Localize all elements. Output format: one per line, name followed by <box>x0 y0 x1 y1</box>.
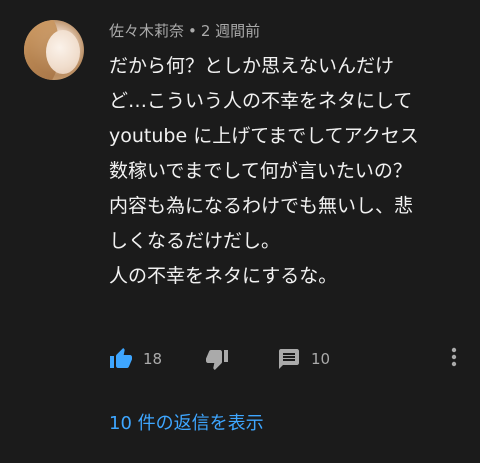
comment-line: 内容も為になるわけでも無いし、悲 <box>109 195 414 217</box>
comment-item: 佐々木莉奈 • 2 週間前 だから何？としか思えないんだけ ど…こういう人の不幸をネ… <box>0 0 480 463</box>
more-vertical-icon <box>451 347 457 371</box>
comment-actions: 18 10 <box>109 345 469 373</box>
thumb-up-icon <box>109 347 133 371</box>
comment-line: youtube に上げてまでしてアクセス <box>109 125 419 147</box>
comment-line: 数稼いでまでして何が言いたいの？ <box>109 160 412 182</box>
avatar[interactable] <box>24 20 84 80</box>
comment-line: ど…こういう人の不幸をネタにして <box>109 90 413 112</box>
reply-count: 10 <box>311 350 331 368</box>
header-separator: • <box>188 22 197 40</box>
comment-text: だから何？としか思えないんだけ ど…こういう人の不幸をネタにして youtube… <box>109 49 469 294</box>
comment-header: 佐々木莉奈 • 2 週間前 <box>109 20 260 41</box>
comment-time: 2 週間前 <box>200 22 261 40</box>
comment-icon <box>277 347 301 371</box>
avatar-face <box>46 30 80 74</box>
like-button[interactable]: 18 <box>109 345 162 373</box>
comment-line: 人の不幸をネタにするな。 <box>109 265 338 287</box>
comment-line: だから何？としか思えないんだけ <box>109 55 395 77</box>
view-replies-link[interactable]: 10 件の返信を表示 <box>109 409 264 435</box>
thumb-down-icon <box>205 347 229 371</box>
reply-button[interactable]: 10 <box>277 345 330 373</box>
dislike-button[interactable] <box>205 345 229 373</box>
comment-line: しくなるだけだし。 <box>109 230 281 252</box>
like-count: 18 <box>143 350 163 368</box>
author-name[interactable]: 佐々木莉奈 <box>109 22 184 40</box>
more-options-button[interactable] <box>444 345 464 373</box>
